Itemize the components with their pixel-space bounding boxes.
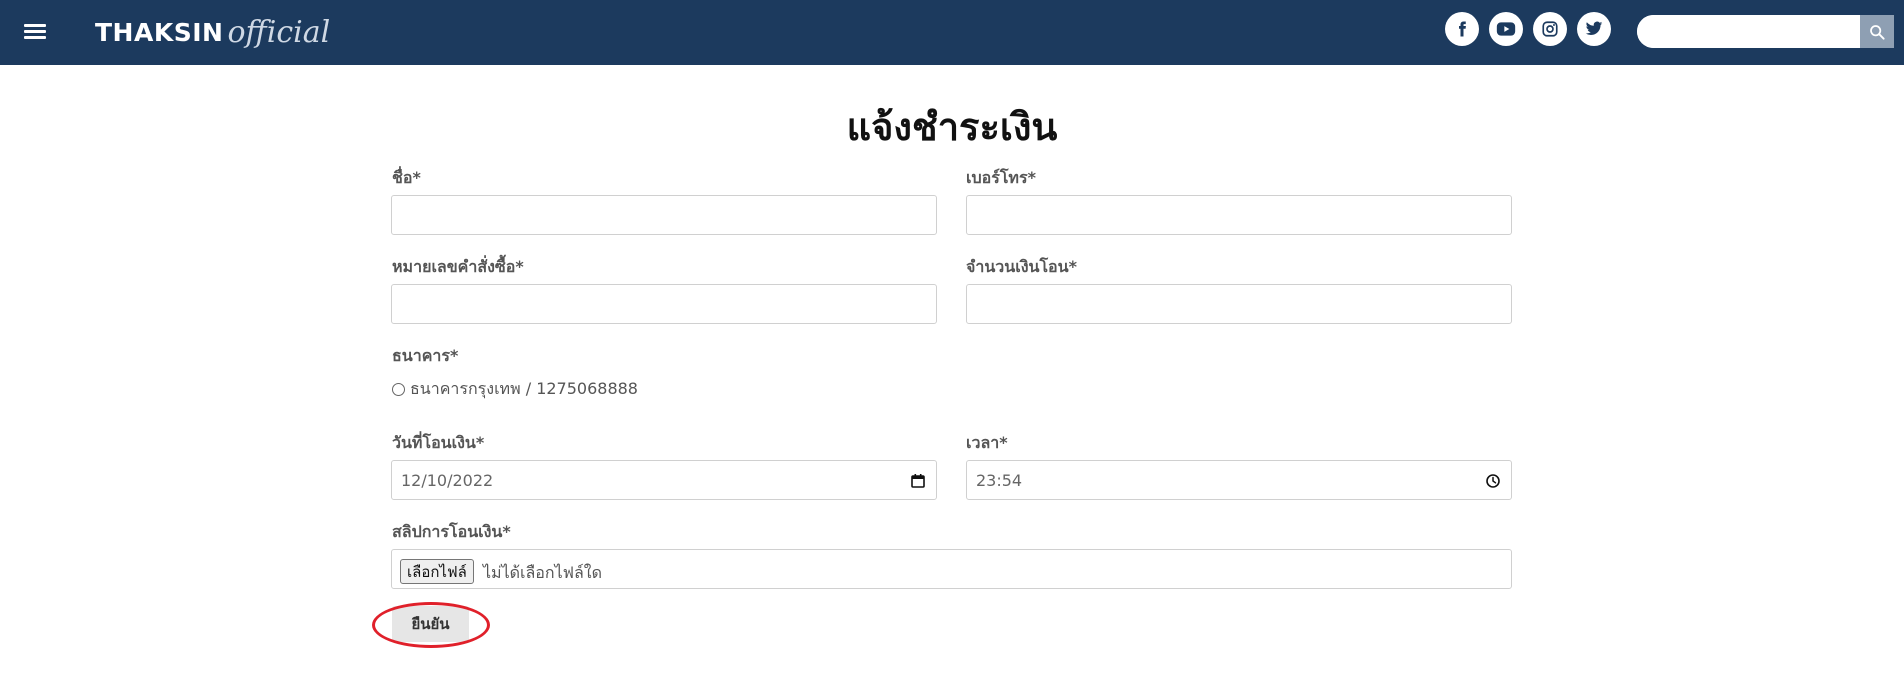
search-input[interactable]: [1637, 15, 1860, 48]
name-input[interactable]: [392, 196, 936, 234]
facebook-icon[interactable]: [1445, 12, 1479, 46]
phone-label: เบอร์โทร*: [966, 168, 1036, 187]
name-label: ชื่อ*: [392, 168, 421, 187]
transfer-time-label: เวลา*: [966, 433, 1008, 452]
youtube-icon[interactable]: [1489, 12, 1523, 46]
file-status-text: ไม่ได้เลือกไฟล์ใด: [483, 563, 602, 582]
phone-field[interactable]: [966, 195, 1512, 235]
name-field[interactable]: [391, 195, 937, 235]
transfer-time-value: 23:54: [976, 471, 1023, 490]
choose-file-button[interactable]: เลือกไฟล์: [400, 559, 474, 584]
transfer-date-field[interactable]: 12/10/2022: [391, 460, 937, 500]
top-navigation-bar: THAKSIN official: [0, 0, 1904, 65]
bank-radio[interactable]: [392, 383, 405, 396]
submit-button[interactable]: ยืนยัน: [392, 606, 469, 642]
clock-icon[interactable]: [1485, 473, 1501, 489]
search-box: [1637, 15, 1894, 48]
transfer-date-label: วันที่โอนเงิน*: [392, 433, 485, 452]
transfer-time-field[interactable]: 23:54: [966, 460, 1512, 500]
order-number-field[interactable]: [391, 284, 937, 324]
amount-field[interactable]: [966, 284, 1512, 324]
amount-label: จำนวนเงินโอน*: [966, 257, 1077, 276]
phone-input[interactable]: [967, 196, 1511, 234]
calendar-icon[interactable]: [910, 473, 926, 489]
logo-script-text: official: [227, 14, 331, 50]
page-title: แจ้งชำระเงิน: [846, 105, 1058, 149]
twitter-icon[interactable]: [1577, 12, 1611, 46]
transfer-slip-field: เลือกไฟล์ ไม่ได้เลือกไฟล์ใด: [391, 549, 1512, 589]
menu-icon[interactable]: [24, 22, 48, 42]
bank-option-bangkok[interactable]: ธนาคารกรุงเทพ / 1275068888: [392, 377, 638, 402]
order-number-input[interactable]: [392, 285, 936, 323]
transfer-date-value: 12/10/2022: [401, 471, 494, 490]
site-logo[interactable]: THAKSIN official: [95, 10, 330, 54]
amount-input[interactable]: [967, 285, 1511, 323]
order-number-label: หมายเลขคำสั่งซื้อ*: [392, 257, 524, 276]
search-icon[interactable]: [1860, 15, 1894, 48]
instagram-icon[interactable]: [1533, 12, 1567, 46]
bank-label: ธนาคาร*: [392, 346, 459, 365]
logo-wordmark: THAKSIN: [95, 17, 224, 47]
transfer-slip-label: สลิปการโอนเงิน*: [392, 522, 511, 541]
bank-option-label: ธนาคารกรุงเทพ / 1275068888: [410, 379, 638, 398]
